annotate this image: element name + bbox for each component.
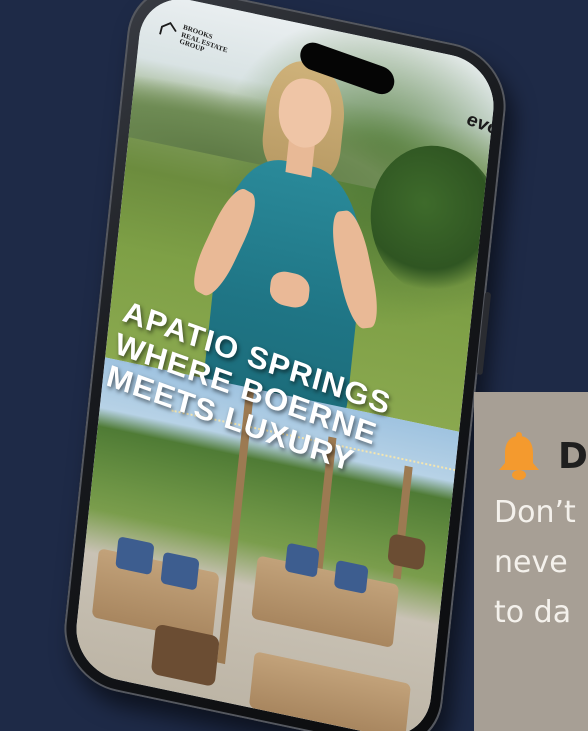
phone-screen: BROOKS REAL ESTATE GROUP evo APATIO SPRI… (71, 0, 499, 731)
notification-body-line: to da (494, 595, 572, 630)
notification-title: D (558, 435, 588, 477)
notification-body-line: neve (494, 545, 568, 580)
notification-card: D Don’t neve to da (474, 392, 588, 731)
notification-header: D (494, 432, 588, 480)
notification-body: Don’t neve to da (494, 488, 588, 638)
house-logo-icon (159, 22, 177, 36)
bell-icon (494, 431, 544, 481)
phone-mockup: BROOKS REAL ESTATE GROUP evo APATIO SPRI… (58, 0, 512, 731)
notification-body-line: Don’t (494, 495, 576, 530)
